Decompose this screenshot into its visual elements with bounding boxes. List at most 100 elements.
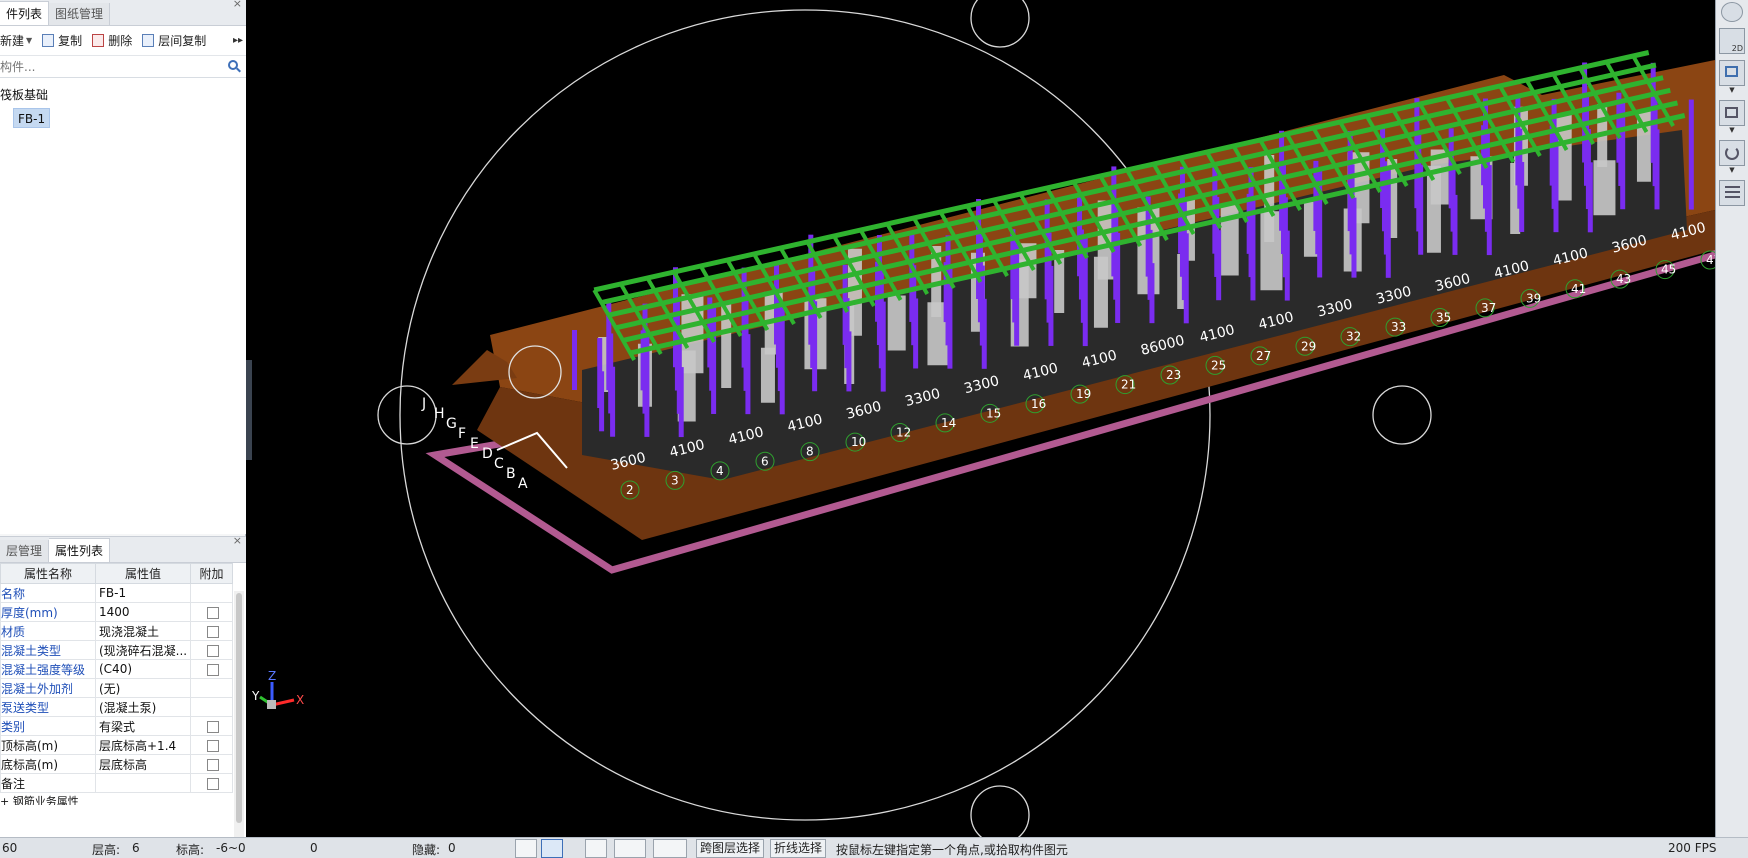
3d-viewport[interactable]: 2 3 4 6 8 10 12 14 15 16 19 21 23 25 27 29 32 33 35 37 39 41 4… <box>252 0 1715 837</box>
grid-axis-number[interactable]: 3 <box>671 473 679 487</box>
grid-axis-number[interactable]: 27 <box>1256 349 1271 363</box>
grid-axis-number[interactable]: 32 <box>1346 330 1361 344</box>
rotate-icon[interactable] <box>1719 140 1745 166</box>
grid-axis-letter[interactable]: H <box>434 406 445 422</box>
grid-axis-number[interactable]: 33 <box>1391 320 1406 334</box>
wall-panel[interactable] <box>887 295 906 351</box>
grid-axis-number[interactable]: 23 <box>1166 368 1181 382</box>
extra-checkbox[interactable] <box>207 777 219 790</box>
box-view-icon[interactable] <box>1719 100 1745 126</box>
grid-axis-number[interactable]: 4 <box>716 464 724 478</box>
column[interactable] <box>1111 166 1117 277</box>
property-row[interactable]: 混凝土类型 (现浇碎石混凝... <box>0 640 233 660</box>
property-value[interactable]: 现浇混凝土 <box>95 621 191 641</box>
property-value[interactable]: 1400 <box>95 602 191 622</box>
wall-panel[interactable] <box>1593 160 1616 216</box>
property-row[interactable]: 底标高(m) 层底标高 <box>0 754 233 774</box>
grid-axis-number[interactable]: 39 <box>1526 291 1541 305</box>
orbit-handle-left[interactable] <box>377 385 437 445</box>
scrollbar-thumb[interactable] <box>236 593 242 823</box>
collapsed-group-rebar-props[interactable]: + 钢筋业务属性 <box>0 793 246 805</box>
property-value[interactable] <box>95 773 191 793</box>
grid-axis-number[interactable]: 43 <box>1616 272 1631 286</box>
grid-axis-number[interactable]: 45 <box>1661 263 1676 277</box>
grid-axis-letter[interactable]: D <box>482 446 493 462</box>
grid-axis-letter[interactable]: E <box>470 436 479 452</box>
tab-layer-management[interactable]: 层管理 <box>0 540 50 562</box>
tab-property-list[interactable]: 属性列表 <box>49 538 111 562</box>
grid-axis-letter[interactable]: B <box>506 466 516 482</box>
column[interactable] <box>1549 125 1555 186</box>
3d-view-icon[interactable] <box>1719 60 1745 86</box>
add-point-icon[interactable] <box>653 839 687 858</box>
chevron-down-icon[interactable]: ▼ <box>1716 86 1748 94</box>
close-icon[interactable]: × <box>233 0 242 10</box>
extra-checkbox[interactable] <box>207 644 219 657</box>
grid-axis-letter[interactable]: J <box>421 396 426 412</box>
grid-axis-number[interactable]: 12 <box>896 426 911 440</box>
grid-axis-number[interactable]: 35 <box>1436 311 1451 325</box>
property-row[interactable]: 厚度(mm) 1400 <box>0 602 233 622</box>
grid-axis-letter[interactable]: C <box>494 456 504 472</box>
orbit-handle-top[interactable] <box>970 0 1030 48</box>
extra-checkbox[interactable] <box>207 739 219 752</box>
property-value[interactable]: (无) <box>95 678 191 698</box>
grid-axis-letter[interactable]: A <box>518 476 528 492</box>
property-row[interactable]: 类别 有梁式 <box>0 716 233 736</box>
property-value[interactable]: 层底标高+1.4 <box>95 735 191 755</box>
grid-axis-number[interactable]: 29 <box>1301 339 1316 353</box>
property-value[interactable]: (现浇碎石混凝... <box>95 640 191 660</box>
grid-axis-number[interactable]: 8 <box>806 445 814 459</box>
property-scrollbar[interactable] <box>234 591 244 858</box>
property-row[interactable]: 材质 现浇混凝土 <box>0 621 233 641</box>
search-icon[interactable] <box>228 60 238 70</box>
grid-axis-number[interactable]: 47 <box>1706 253 1715 267</box>
snap-mode-icon[interactable] <box>541 839 563 858</box>
cross-floor-select-button[interactable]: 跨图层选择 <box>696 839 765 858</box>
grid-axis-number[interactable]: 41 <box>1571 282 1586 296</box>
column[interactable] <box>1688 99 1694 210</box>
orbit-handle-right[interactable] <box>1372 385 1432 445</box>
grid-axis-number[interactable]: 21 <box>1121 378 1136 392</box>
tab-component-list[interactable]: 件列表 <box>0 1 50 25</box>
property-row[interactable]: 备注 <box>0 773 233 793</box>
chevron-down-icon[interactable]: ▼ <box>26 36 32 45</box>
column[interactable] <box>597 338 603 409</box>
column-header-name[interactable]: 属性名称 <box>0 563 96 584</box>
model-scene[interactable]: 2346810121415161921232527293233353739414… <box>252 0 1715 837</box>
grid-axis-number[interactable]: 15 <box>986 406 1001 420</box>
property-value[interactable]: 有梁式 <box>95 716 191 736</box>
property-value[interactable]: (混凝土泵) <box>95 697 191 717</box>
property-row[interactable]: 泵送类型 (混凝土泵) <box>0 697 233 717</box>
property-row[interactable]: 名称 FB-1 <box>0 583 233 603</box>
property-row[interactable]: 混凝土强度等级 (C40) <box>0 659 233 679</box>
extra-checkbox[interactable] <box>207 758 219 771</box>
extra-checkbox[interactable] <box>207 663 219 676</box>
tree-item-fb-1[interactable]: FB-1 <box>13 108 51 128</box>
column[interactable] <box>1246 193 1252 254</box>
extra-checkbox[interactable] <box>207 625 219 638</box>
close-icon[interactable]: × <box>233 534 242 547</box>
cross-off-icon[interactable] <box>585 839 607 858</box>
column-header-value[interactable]: 属性值 <box>95 563 191 584</box>
2d-view-icon[interactable]: 2D <box>1719 28 1745 54</box>
new-button[interactable]: 新建 ▼ <box>0 32 32 49</box>
grid-axis-number[interactable]: 14 <box>941 416 956 430</box>
property-row[interactable]: 混凝土外加剂 (无) <box>0 678 233 698</box>
polyline-select-button[interactable]: 折线选择 <box>770 839 827 858</box>
copy-button[interactable]: 复制 <box>42 32 82 49</box>
orbit-handle-bottom[interactable] <box>970 785 1030 837</box>
grid-axis-number[interactable]: 10 <box>851 435 866 449</box>
wall-panel[interactable] <box>760 347 775 403</box>
property-row[interactable]: 顶标高(m) 层底标高+1.4 <box>0 735 233 755</box>
grid-axis-number[interactable]: 37 <box>1481 301 1496 315</box>
layer-list-icon[interactable] <box>1719 180 1745 206</box>
column-header-extra[interactable]: 附加 <box>190 563 233 584</box>
ortho-mode-icon[interactable] <box>515 839 537 858</box>
extra-checkbox[interactable] <box>207 720 219 733</box>
grid-axis-letter[interactable]: G <box>446 416 457 432</box>
property-value[interactable]: (C40) <box>95 659 191 679</box>
column[interactable] <box>572 330 577 390</box>
angle-tool-icon[interactable] <box>614 839 646 858</box>
grid-axis-number[interactable]: 19 <box>1076 387 1091 401</box>
